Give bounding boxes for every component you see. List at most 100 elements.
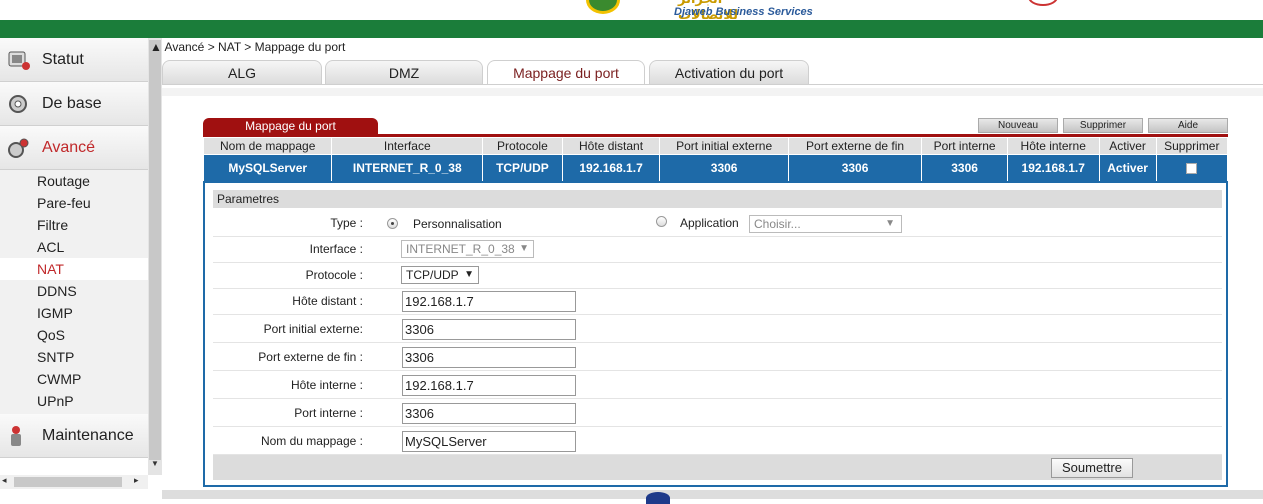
footer-logo-icon [646,492,670,504]
sidebar-item-ddns[interactable]: DDNS [0,280,148,302]
internal-host-label: Hôte interne : [290,378,363,392]
submenu: Routage Pare-feu Filtre ACL NAT DDNS IGM… [0,170,148,412]
col-header: Supprimer [1155,137,1229,155]
mapping-table: Nom de mappage Interface Protocole Hôte … [202,137,1229,182]
tab-mappage-du-port[interactable]: Mappage du port [487,60,645,85]
table-cell: 3306 [787,154,923,182]
mapping-name-input[interactable] [402,431,576,452]
sidebar-item-maintenance[interactable]: Maintenance [0,414,148,458]
sidebar: Statut De base Avancé Routage Pare-feu F… [0,38,162,499]
table-row[interactable]: MySQLServer INTERNET_R_0_38 TCP/UDP 192.… [202,154,1229,182]
table-cell: 3306 [659,154,789,182]
protocol-select[interactable]: TCP/UDP ▼ [401,266,479,284]
delete-checkbox[interactable] [1186,163,1198,175]
application-radio[interactable] [656,216,667,227]
sidebar-item-upnp[interactable]: UPnP [0,390,148,412]
parameters-title: Parametres [213,190,1222,208]
tab-activation-du-port[interactable]: Activation du port [649,60,809,84]
logo-icon [586,0,620,14]
application-select[interactable]: Choisir... ▼ [749,215,902,233]
internal-port-label: Port interne : [294,406,363,420]
table-cell: Activer [1098,154,1157,182]
protocol-select-value: TCP/UDP [406,268,459,282]
type-label: Type : [330,216,363,230]
internal-host-row: Hôte interne : [213,371,1222,399]
mapping-name-row: Nom du mappage : [213,427,1222,455]
advanced-settings-icon [8,138,29,158]
delete-button[interactable]: Supprimer [1063,118,1143,133]
sidebar-item-routage[interactable]: Routage [0,170,148,192]
footer-bar [162,490,1263,499]
top-header: الجزائر للاتصالات Djaweb Business Servic… [0,0,1263,22]
sidebar-item-filtre[interactable]: Filtre [0,214,148,236]
interface-label: Interface : [309,242,363,256]
sidebar-item-sntp[interactable]: SNTP [0,346,148,368]
scrollbar-thumb[interactable] [149,40,161,460]
ext-start-row: Port initial externe: [213,315,1222,343]
col-header: Port initial externe [659,137,789,155]
table-cell: 3306 [921,154,1008,182]
protocol-row: Protocole : TCP/UDP ▼ [213,261,1222,289]
tab-dmz[interactable]: DMZ [325,60,483,84]
col-header: Port externe de fin [787,137,923,155]
col-header: Nom de mappage [202,137,333,155]
interface-select[interactable]: INTERNET_R_0_38 ▼ [401,240,534,258]
sidebar-hscrollbar[interactable]: ◂ ▸ [0,475,148,489]
ext-start-port-input[interactable] [402,319,576,340]
col-header: Hôte interne [1006,137,1100,155]
green-banner [0,20,1263,38]
col-header: Hôte distant [561,137,661,155]
sidebar-item-igmp[interactable]: IGMP [0,302,148,324]
custom-radio[interactable] [387,218,398,229]
tab-alg[interactable]: ALG [162,60,322,84]
table-cell: MySQLServer [202,154,333,182]
sidebar-item-label: Maintenance [42,427,134,444]
sidebar-item-de-base[interactable]: De base [0,82,148,126]
delete-cell [1155,154,1229,182]
section-title: Mappage du port [203,118,378,135]
parameters-panel: Parametres Type : Personnalisation Appli… [203,181,1228,487]
partner-logo-icon [1028,0,1058,6]
sidebar-item-avance[interactable]: Avancé [0,126,148,170]
sidebar-item-qos[interactable]: QoS [0,324,148,346]
remote-host-label: Hôte distant : [292,294,363,308]
new-button[interactable]: Nouveau [978,118,1058,133]
sidebar-item-nat[interactable]: NAT [0,258,148,280]
sidebar-scrollbar[interactable]: ▼ [148,38,162,475]
tab-divider [162,84,1263,85]
application-select-value: Choisir... [754,217,801,231]
col-header: Activer [1098,137,1157,155]
help-button[interactable]: Aide [1148,118,1228,133]
internal-port-input[interactable] [402,403,576,424]
interface-select-value: INTERNET_R_0_38 [406,242,515,256]
hscrollbar-thumb[interactable] [14,477,122,487]
chevron-down-icon: ▼ [885,218,895,229]
chevron-down-icon: ▼ [519,243,529,254]
scroll-down-icon[interactable]: ▼ [151,459,159,468]
sidebar-item-label: Statut [42,51,84,68]
remote-host-row: Hôte distant : [213,287,1222,315]
table-cell: TCP/UDP [482,154,563,182]
ext-end-port-input[interactable] [402,347,576,368]
ext-end-row: Port externe de fin : [213,343,1222,371]
scroll-right-icon[interactable]: ▸ [134,475,139,486]
maintenance-icon [11,426,21,446]
chevron-down-icon: ▼ [464,269,474,280]
ext-end-label: Port externe de fin : [258,350,363,364]
sidebar-item-cwmp[interactable]: CWMP [0,368,148,390]
sidebar-item-pare-feu[interactable]: Pare-feu [0,192,148,214]
custom-radio-label: Personnalisation [413,217,502,231]
col-header: Protocole [482,137,563,155]
table-cell: 192.168.1.7 [1006,154,1100,182]
table-cell: 192.168.1.7 [561,154,661,182]
col-header: Port interne [921,137,1008,155]
scroll-left-icon[interactable]: ◂ [2,475,7,486]
remote-host-input[interactable] [402,291,576,312]
internal-host-input[interactable] [402,375,576,396]
ext-start-label: Port initial externe: [263,322,363,336]
col-header: Interface [331,137,484,155]
submit-button[interactable]: Soumettre [1051,458,1133,478]
sidebar-item-acl[interactable]: ACL [0,236,148,258]
table-cell: INTERNET_R_0_38 [331,154,484,182]
sidebar-item-statut[interactable]: Statut [0,38,148,82]
